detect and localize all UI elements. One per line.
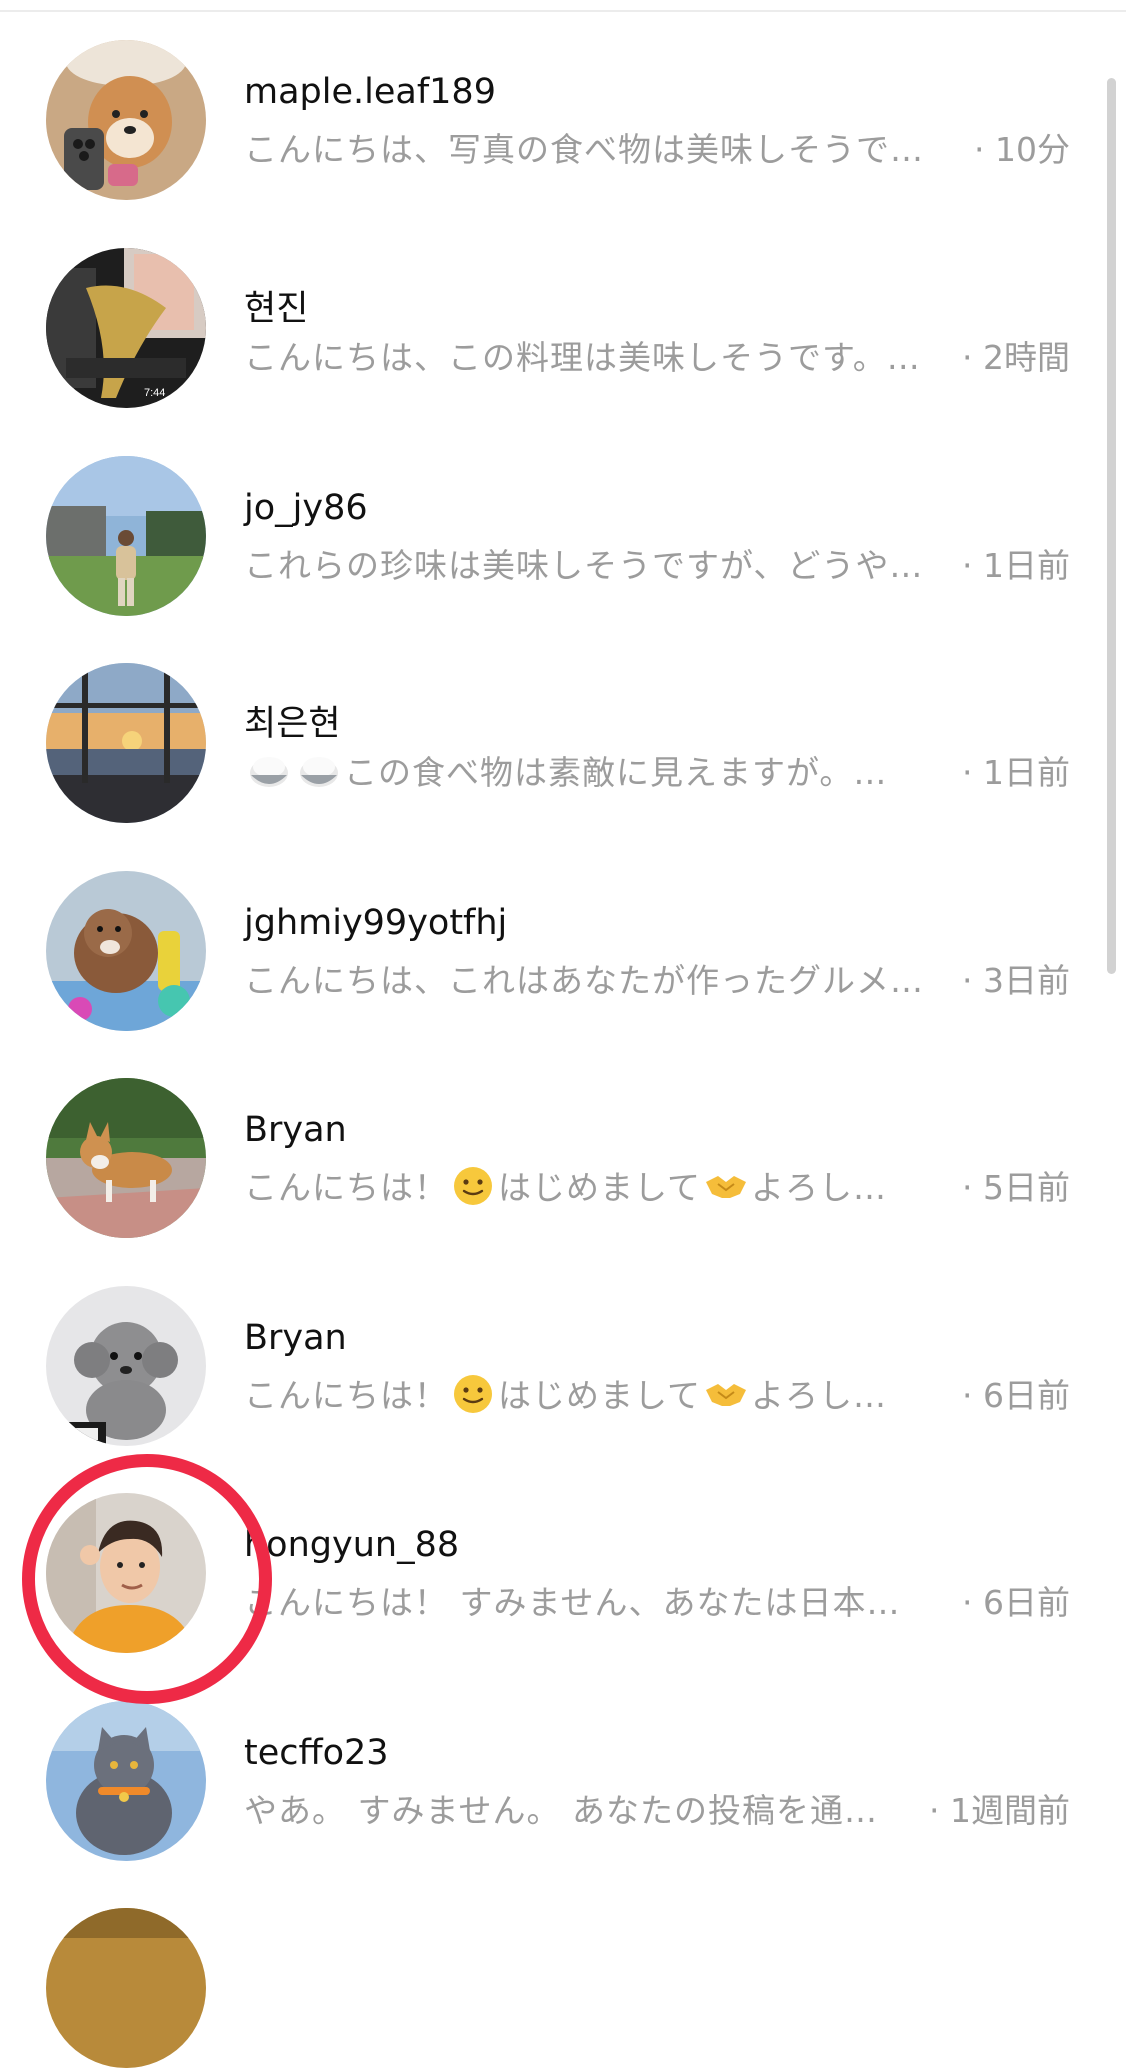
username: maple.leaf189 bbox=[244, 72, 496, 112]
message-preview-text: この食べ物は素敵に見えますが。… bbox=[344, 753, 888, 792]
man-yellow-shirt-avatar bbox=[46, 1493, 206, 1653]
message-preview: こんにちは！ すみません、あなたは日本… bbox=[244, 1583, 901, 1622]
message-preview-text: こんにちは！ bbox=[244, 1376, 448, 1415]
handshake-icon bbox=[704, 1372, 748, 1416]
grey-poodle-avatar bbox=[46, 1286, 206, 1446]
conversation-row[interactable]: 최은현 この食べ物は素敵に見えますが。… · 1日前 bbox=[0, 643, 1100, 823]
rice-bowl-icon bbox=[297, 749, 341, 793]
message-preview-text: よろし… bbox=[751, 1376, 888, 1415]
conversation-row[interactable]: tecffo23 やあ。 すみません。 あなたの投稿を通… · 1週間前 bbox=[0, 1681, 1100, 1861]
timestamp: · 6日前 bbox=[962, 1376, 1070, 1415]
video-thumbnail-avatar: 7:44 bbox=[46, 248, 206, 408]
message-preview-text: こんにちは！ bbox=[244, 1168, 448, 1207]
svg-text:7:44: 7:44 bbox=[144, 387, 165, 399]
handshake-icon bbox=[704, 1164, 748, 1208]
man-on-lawn-avatar bbox=[46, 456, 206, 616]
message-preview: これらの珍味は美味しそうですが、どうや… bbox=[244, 546, 924, 585]
username: Bryan bbox=[244, 1110, 347, 1150]
slightly-smiling-face-icon bbox=[451, 1164, 495, 1208]
message-preview: こんにちは！ はじめまして よろし… bbox=[244, 1369, 944, 1417]
timestamp: · 2時間 bbox=[962, 338, 1070, 377]
timestamp: · 1日前 bbox=[962, 546, 1070, 585]
conversation-row[interactable]: Bryan こんにちは！ はじめまして よろし… · 5日前 bbox=[0, 1058, 1100, 1238]
slightly-smiling-face-icon bbox=[451, 1372, 495, 1416]
rice-bowl-icon bbox=[247, 749, 291, 793]
timestamp: · 5日前 bbox=[962, 1168, 1070, 1207]
top-divider bbox=[0, 0, 1126, 12]
shiba-dog-with-phone-avatar bbox=[46, 40, 206, 200]
conversation-row[interactable]: jghmiy99yotfhj こんにちは、これはあなたが作ったグルメ… · 3日… bbox=[0, 851, 1100, 1031]
username: 최은현 bbox=[244, 704, 341, 744]
conversation-row[interactable]: jo_jy86 これらの珍味は美味しそうですが、どうや… · 1日前 bbox=[0, 436, 1100, 616]
username: jo_jy86 bbox=[244, 488, 368, 528]
message-preview: やあ。 すみません。 あなたの投稿を通… bbox=[244, 1791, 878, 1830]
timestamp: · 1日前 bbox=[962, 753, 1070, 792]
conversation-row[interactable] bbox=[0, 1888, 1100, 2068]
message-preview: こんにちは、写真の食べ物は美味しそうで… bbox=[244, 130, 924, 169]
timestamp: · 10分 bbox=[974, 130, 1070, 169]
grey-cat-avatar bbox=[46, 1701, 206, 1861]
username: hongyun_88 bbox=[244, 1525, 460, 1565]
message-preview-text: はじめまして bbox=[498, 1168, 702, 1207]
brown-dog-toys-avatar bbox=[46, 871, 206, 1031]
username: Bryan bbox=[244, 1318, 347, 1358]
message-preview: こんにちは、この料理は美味しそうです。… bbox=[244, 338, 921, 377]
conversation-row[interactable]: maple.leaf189 こんにちは、写真の食べ物は美味しそうで… · 10分 bbox=[0, 20, 1100, 200]
conversation-row[interactable]: Bryan こんにちは！ はじめまして よろし… · 6日前 bbox=[0, 1266, 1100, 1446]
username: jghmiy99yotfhj bbox=[244, 903, 508, 943]
timestamp: · 1週間前 bbox=[929, 1791, 1070, 1830]
username: tecffo23 bbox=[244, 1733, 389, 1773]
scrollbar[interactable] bbox=[1107, 78, 1116, 974]
username: 현진 bbox=[244, 289, 309, 329]
partial-avatar bbox=[46, 1908, 206, 2068]
message-preview: この食べ物は素敵に見えますが。… bbox=[244, 746, 944, 794]
message-preview-text: よろし… bbox=[751, 1168, 888, 1207]
message-preview: こんにちは！ はじめまして よろし… bbox=[244, 1161, 944, 1209]
timestamp: · 3日前 bbox=[962, 961, 1070, 1000]
sunset-window-avatar bbox=[46, 663, 206, 823]
timestamp: · 6日前 bbox=[962, 1583, 1070, 1622]
message-preview-text: はじめまして bbox=[498, 1376, 702, 1415]
message-preview: こんにちは、これはあなたが作ったグルメ… bbox=[244, 961, 924, 1000]
conversation-row[interactable]: 7:44 현진 こんにちは、この料理は美味しそうです。… · 2時間 bbox=[0, 228, 1100, 408]
conversation-row[interactable]: hongyun_88 こんにちは！ すみません、あなたは日本… · 6日前 bbox=[0, 1473, 1100, 1653]
corgi-avatar bbox=[46, 1078, 206, 1238]
